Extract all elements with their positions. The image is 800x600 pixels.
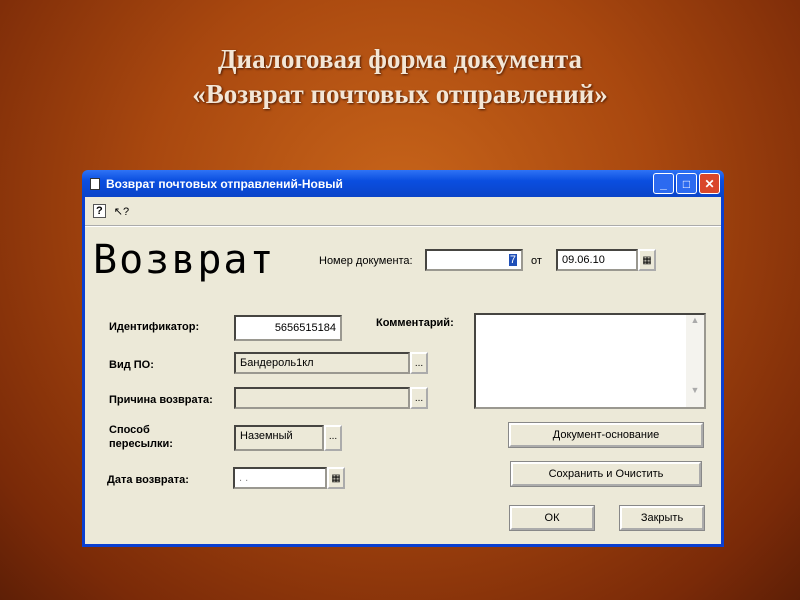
- slide-title: Диалоговая форма документа «Возврат почт…: [0, 42, 800, 112]
- slide-title-line-1: Диалоговая форма документа: [217, 44, 583, 74]
- form-heading: Возврат: [93, 237, 276, 283]
- doc-number-label: Номер документа:: [319, 255, 413, 267]
- comment-scrollbar[interactable]: ▲ ▼: [686, 315, 704, 407]
- maximize-button[interactable]: □: [676, 173, 697, 194]
- po-type-select-button[interactable]: ...: [410, 352, 428, 374]
- calendar-icon[interactable]: ▦: [638, 249, 656, 271]
- return-date-label: Дата возврата:: [107, 474, 189, 486]
- ok-button[interactable]: ОК: [509, 505, 595, 531]
- document-icon: [90, 177, 100, 190]
- shipping-input[interactable]: Наземный: [234, 425, 324, 451]
- comment-label: Комментарий:: [376, 317, 454, 329]
- doc-number-value: 7: [508, 254, 517, 266]
- whats-this-icon[interactable]: ↖?: [114, 205, 129, 218]
- identifier-input[interactable]: 5656515184: [234, 315, 342, 341]
- toolbar: ? ↖?: [85, 197, 721, 227]
- date-from-input[interactable]: 09.06.10: [556, 249, 638, 271]
- date-from-label: от: [531, 255, 542, 267]
- shipping-label: Способ пересылки:: [109, 423, 173, 451]
- dialog-window: Возврат почтовых отправлений-Новый _ □ ✕…: [82, 170, 724, 547]
- reason-input[interactable]: [234, 387, 410, 409]
- reason-select-button[interactable]: ...: [410, 387, 428, 409]
- shipping-select-button[interactable]: ...: [324, 425, 342, 451]
- minimize-button[interactable]: _: [653, 173, 674, 194]
- title-bar[interactable]: Возврат почтовых отправлений-Новый _ □ ✕: [82, 170, 724, 197]
- comment-textarea[interactable]: [474, 313, 706, 409]
- slide-title-line-2: «Возврат почтовых отправлений»: [192, 79, 608, 109]
- po-type-label: Вид ПО:: [109, 359, 154, 371]
- window-title: Возврат почтовых отправлений-Новый: [106, 176, 343, 191]
- save-and-clear-button[interactable]: Сохранить и Очистить: [510, 461, 702, 487]
- close-button[interactable]: Закрыть: [619, 505, 705, 531]
- base-document-button[interactable]: Документ-основание: [508, 422, 704, 448]
- shipping-label-line-1: Способ: [109, 424, 150, 436]
- shipping-label-line-2: пересылки:: [109, 438, 173, 450]
- return-date-input[interactable]: . .: [233, 467, 327, 489]
- close-window-button[interactable]: ✕: [699, 173, 720, 194]
- dialog-body: ? ↖? Возврат Номер документа: 7 от 09.06…: [85, 197, 721, 544]
- help-icon[interactable]: ?: [93, 204, 106, 218]
- doc-number-input[interactable]: 7: [425, 249, 523, 271]
- return-date-calendar-icon[interactable]: ▦: [327, 467, 345, 489]
- reason-label: Причина возврата:: [109, 394, 213, 406]
- identifier-label: Идентификатор:: [109, 321, 200, 333]
- po-type-input[interactable]: Бандероль1кл: [234, 352, 410, 374]
